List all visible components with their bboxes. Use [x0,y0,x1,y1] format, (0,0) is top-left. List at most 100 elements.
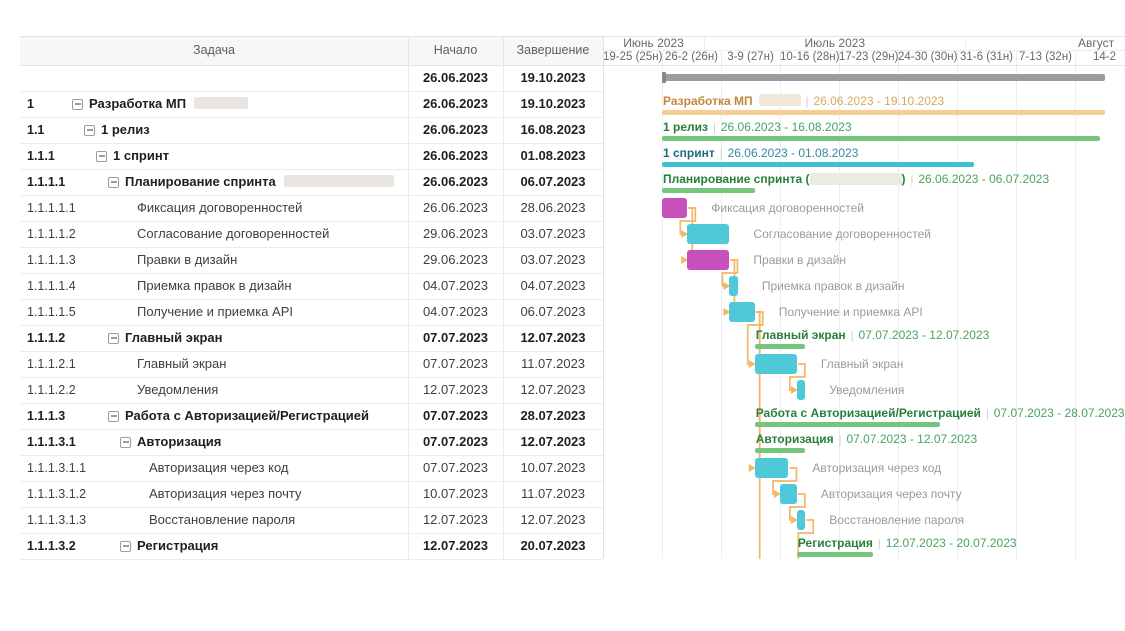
end-date: 28.07.2023 [503,403,603,429]
gantt-bar-task[interactable] [729,302,754,322]
redacted-text [759,94,801,106]
gantt-bar-summary[interactable] [662,188,755,193]
gantt-bar-summary[interactable] [662,136,1100,141]
task-name-label: Главный экран [125,325,222,351]
gantt-bar-task[interactable] [755,458,789,478]
gantt-task-label: Главный экран [821,351,904,377]
task-name-label: Получение и приемка API [137,299,293,325]
table-row[interactable]: 1.1.1.2.2Уведомления12.07.202312.07.2023 [20,377,603,404]
gantt-bar-task[interactable] [797,510,805,530]
start-date: 12.07.2023 [408,533,503,559]
column-header-task[interactable]: Задача [20,36,408,65]
table-row[interactable]: 1.1.1.1Планирование спринта26.06.202306.… [20,169,603,196]
table-row[interactable]: 1.1.1.1.3Правки в дизайн29.06.202303.07.… [20,247,603,274]
column-header-start[interactable]: Начало [408,36,503,65]
end-date: 04.07.2023 [503,273,603,299]
gantt-bar-task[interactable] [780,484,797,504]
gantt-bar-summary[interactable] [755,344,806,349]
table-row[interactable]: 1.1.1.3Работа с Авторизацией/Регистрацие… [20,403,603,430]
start-date: 26.06.2023 [408,65,503,91]
column-header-end[interactable]: Завершение [503,36,603,65]
end-date: 01.08.2023 [503,143,603,169]
start-date: 26.06.2023 [408,91,503,117]
gantt-bar-summary[interactable] [797,552,873,557]
wbs-number: 1.1.1.3.2 [27,533,76,559]
table-row[interactable]: 1.1.1.1.4Приемка правок в дизайн04.07.20… [20,273,603,300]
task-name-label: Согласование договоренностей [137,221,329,247]
table-row[interactable]: 26.06.202319.10.2023 [20,65,603,92]
summary-dates: 07.07.2023 - 12.07.2023 [846,432,977,446]
label-separator: | [713,122,716,134]
end-date: 28.06.2023 [503,195,603,221]
week-header-label: 7-13 (32н) [1016,50,1075,65]
month-header-label: Июль 2023 [804,36,865,50]
start-date: 12.07.2023 [408,507,503,533]
label-separator: | [720,148,723,160]
gantt-summary-label: Регистрация|12.07.2023 - 20.07.2023 [798,535,1017,551]
table-row[interactable]: 1.1.1.1.1Фиксация договоренностей26.06.2… [20,195,603,222]
wbs-number: 1.1.1.3.1.1 [27,455,86,481]
wbs-number: 1.1.1 [27,143,55,169]
table-row[interactable]: 1.1.1.3.1.2Авторизация через почту10.07.… [20,481,603,508]
start-date: 07.07.2023 [408,429,503,455]
summary-name: Главный экран [756,328,846,342]
gantt-bar-task[interactable] [687,224,729,244]
gantt-bar-summary[interactable] [662,162,974,167]
start-date: 29.06.2023 [408,221,503,247]
gantt-bar-project-cap [662,72,666,83]
start-date: 29.06.2023 [408,247,503,273]
table-row[interactable]: 1.1.1.3.1Авторизация07.07.202312.07.2023 [20,429,603,456]
gantt-bar-task[interactable] [755,354,797,374]
end-date: 12.07.2023 [503,507,603,533]
collapse-icon[interactable] [120,541,131,552]
week-header-label: 10-16 (28н) [780,50,839,65]
table-row[interactable]: 1.1.1.3.1.3Восстановление пароля12.07.20… [20,507,603,534]
table-row[interactable]: 1.1.1.1.5Получение и приемка API04.07.20… [20,299,603,326]
table-row[interactable]: 1.1.1.3.2Регистрация12.07.202320.07.2023 [20,533,603,560]
collapse-icon[interactable] [84,125,95,136]
collapse-icon[interactable] [120,437,131,448]
start-date: 26.06.2023 [408,117,503,143]
gantt-bar-task[interactable] [797,380,805,400]
summary-dates: 26.06.2023 - 01.08.2023 [728,146,859,160]
task-name-label: Уведомления [137,377,218,403]
grid-line-v [1075,50,1076,559]
gantt-bar-task[interactable] [687,250,729,270]
label-separator: | [851,330,854,342]
gantt-app: Задача Начало Завершение Июнь 2023Июль 2… [0,0,1125,631]
table-row[interactable]: 1.1.1.2.1Главный экран07.07.202311.07.20… [20,351,603,378]
gantt-bar-task[interactable] [729,276,737,296]
end-date: 11.07.2023 [503,351,603,377]
table-row[interactable]: 1.1.1.3.1.1Авторизация через код07.07.20… [20,455,603,482]
gantt-bar-summary[interactable] [755,448,806,453]
start-date: 04.07.2023 [408,273,503,299]
table-row[interactable]: 1.1.1.1.2 Согласование договоренностей 29.… [20,221,603,248]
end-date: 12.07.2023 [503,325,603,351]
gantt-task-label: Правки в дизайн [753,247,846,273]
collapse-icon[interactable] [108,177,119,188]
wbs-number: 1.1.1.1.5 [27,299,76,325]
table-row[interactable]: 1.1.1.2Главный экран07.07.202312.07.2023 [20,325,603,352]
wbs-number: 1.1.1.1.2 [27,221,76,247]
collapse-icon[interactable] [72,99,83,110]
gantt-bar-summary[interactable] [662,110,1105,115]
table-row[interactable]: 1Разработка МП26.06.202319.10.2023 [20,91,603,118]
wbs-number: 1.1.1.3.1.3 [27,507,86,533]
collapse-icon[interactable] [96,151,107,162]
table-row[interactable]: 1.1.11 спринт26.06.202301.08.2023 [20,143,603,170]
start-date: 07.07.2023 [408,351,503,377]
gantt-bar-project[interactable] [662,74,1105,81]
start-date: 12.07.2023 [408,377,503,403]
collapse-icon[interactable] [108,333,119,344]
end-date: 06.07.2023 [503,169,603,195]
gantt-bar-task[interactable] [662,198,687,218]
wbs-number: 1.1.1.1.3 [27,247,76,273]
gantt-bar-summary[interactable] [755,422,940,427]
week-header-label: 17-23 (29н) [839,50,898,65]
table-row[interactable]: 1.11 релиз26.06.202316.08.2023 [20,117,603,144]
gantt-summary-label: 1 спринт|26.06.2023 - 01.08.2023 [663,145,858,161]
task-name-label: Фиксация договоренностей [137,195,302,221]
collapse-icon[interactable] [108,411,119,422]
gantt-task-label: Восстановление пароля [829,507,964,533]
gantt-summary-label: 1 релиз|26.06.2023 - 16.08.2023 [663,119,852,135]
